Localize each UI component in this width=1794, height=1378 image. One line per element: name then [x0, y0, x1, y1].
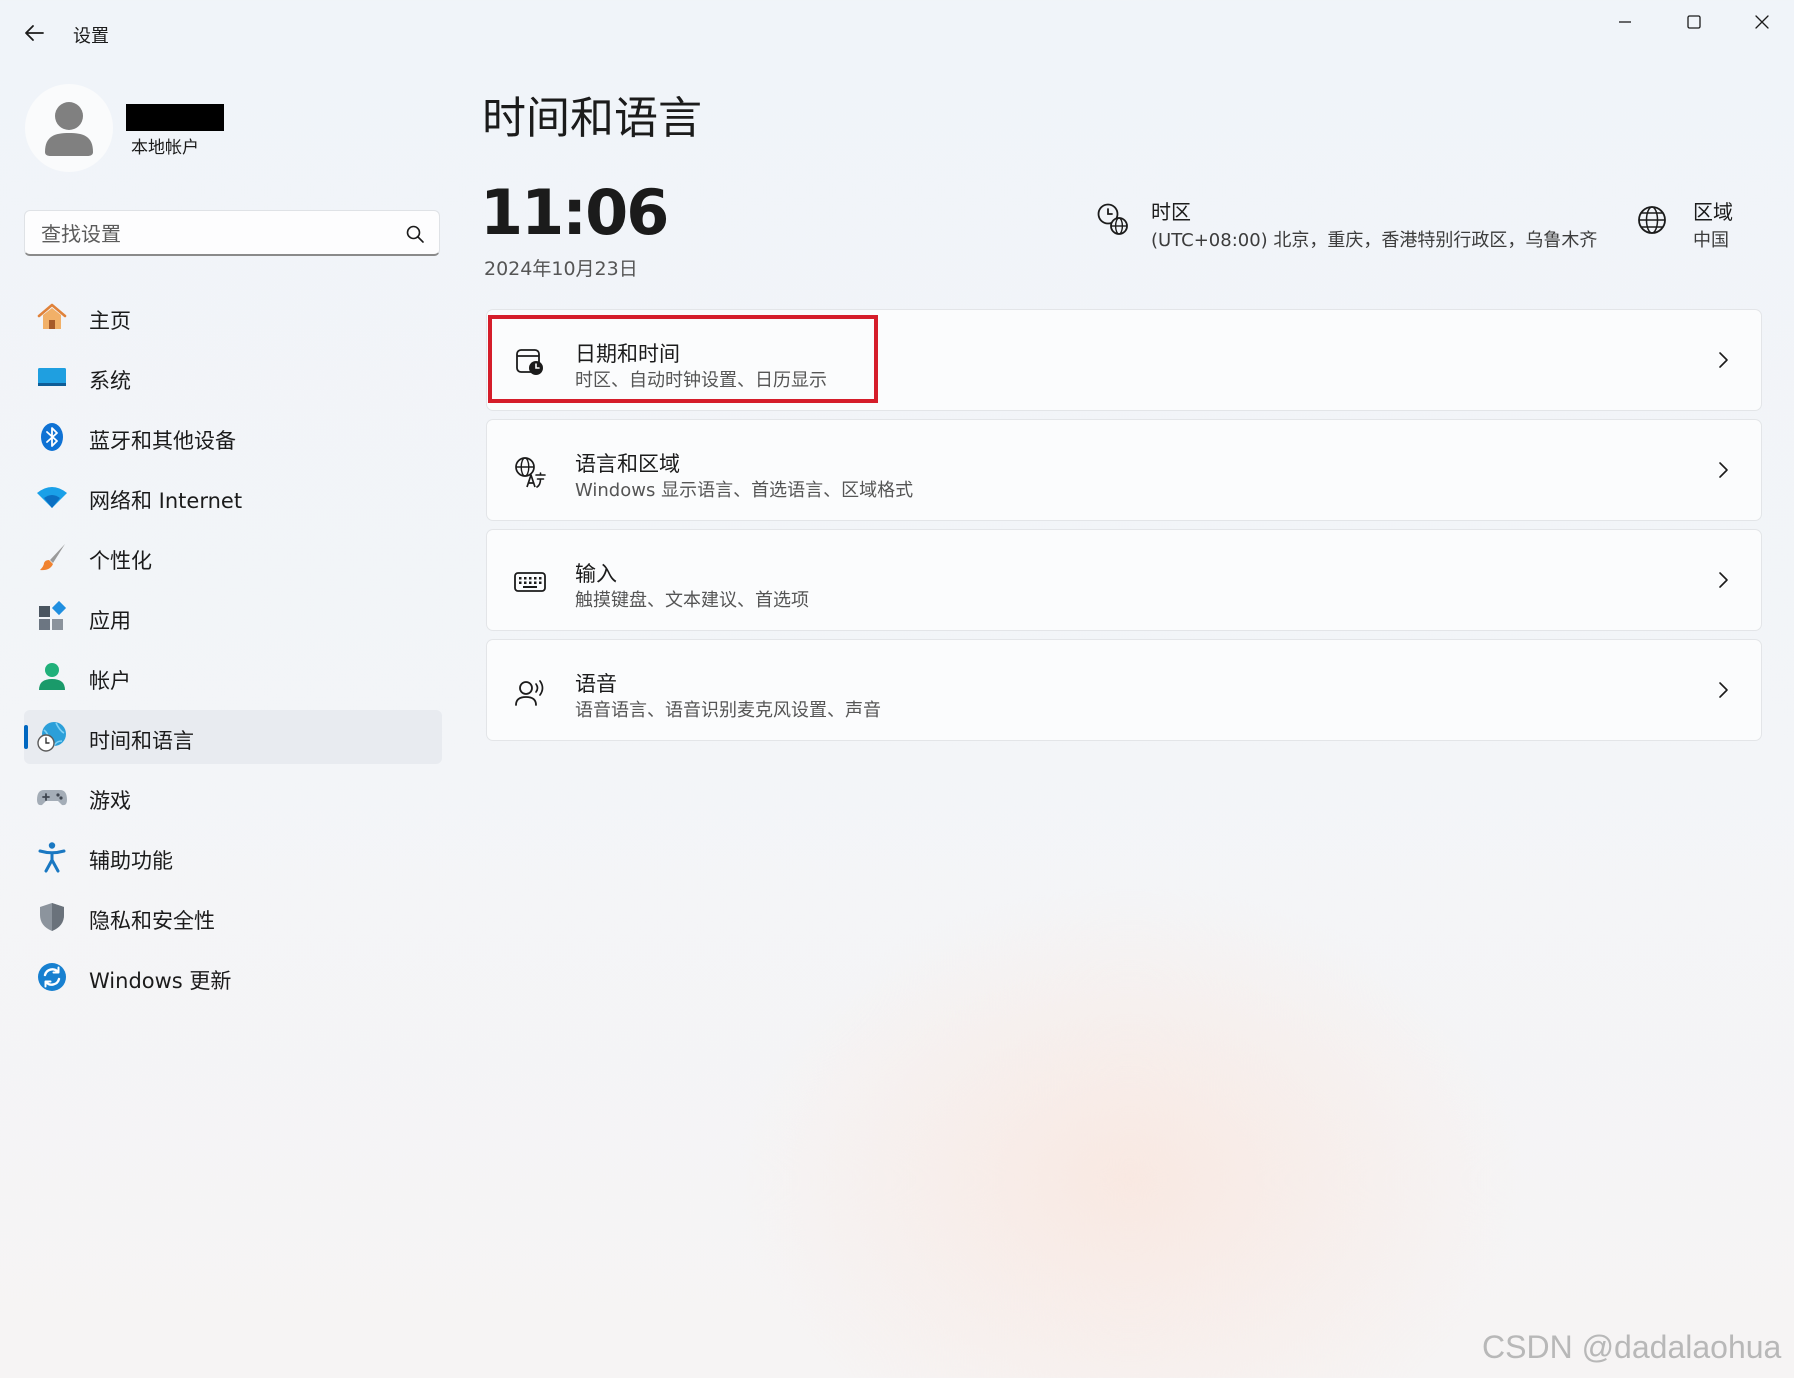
sidebar-item-privacy[interactable]: 隐私和安全性 — [24, 890, 442, 944]
search-box[interactable] — [24, 210, 440, 257]
calendar-clock-icon — [516, 349, 543, 375]
sidebar-item-label: 系统 — [89, 369, 131, 393]
sidebar-item-label: 网络和 Internet — [89, 489, 243, 513]
sidebar-item-label: 时间和语言 — [89, 729, 194, 753]
card-title: 日期和时间 — [575, 342, 680, 366]
sidebar-item-accessibility[interactable]: 辅助功能 — [24, 830, 442, 884]
maximize-button[interactable] — [1660, 0, 1728, 44]
sidebar-nav: 主页 系统 蓝牙和其他设备 网络和 Internet 个性化 应用 帐户 时间和… — [24, 290, 442, 1010]
card-title: 语言和区域 — [575, 452, 680, 476]
sidebar-item-label: 主页 — [89, 309, 131, 333]
sidebar-item-accounts[interactable]: 帐户 — [24, 650, 442, 704]
bluetooth-icon — [41, 423, 63, 451]
sidebar-item-label: 蓝牙和其他设备 — [89, 429, 236, 453]
close-icon — [1755, 15, 1769, 29]
sidebar-item-bluetooth[interactable]: 蓝牙和其他设备 — [24, 410, 442, 464]
region-globe-icon — [1638, 206, 1666, 234]
watermark: CSDN @dadalaohua — [1482, 1329, 1782, 1365]
chevron-right-icon — [1719, 462, 1728, 478]
maximize-icon — [1687, 15, 1701, 29]
title-bar: 设置 — [0, 0, 1794, 64]
app-title: 设置 — [73, 26, 109, 47]
speech-card[interactable]: 语音 语音语言、语音识别麦克风设置、声音 — [486, 639, 1762, 741]
language-region-card[interactable]: 语言和区域 Windows 显示语言、首选语言、区域格式 — [486, 419, 1762, 521]
globe-clock-icon — [37, 722, 66, 752]
account-icon — [39, 663, 65, 690]
account-type-label: 本地帐户 — [131, 138, 199, 158]
card-title: 语音 — [575, 672, 617, 696]
sidebar-item-label: 帐户 — [89, 669, 131, 693]
card-title: 输入 — [575, 562, 617, 586]
minimize-icon — [1619, 21, 1631, 23]
speech-icon — [515, 680, 544, 706]
sidebar-item-time-language[interactable]: 时间和语言 — [24, 710, 442, 764]
search-icon[interactable] — [405, 224, 425, 244]
card-subtitle: 时区、自动时钟设置、日历显示 — [575, 370, 827, 391]
page-title: 时间和语言 — [482, 93, 702, 144]
card-subtitle: Windows 显示语言、首选语言、区域格式 — [575, 480, 914, 501]
search-input[interactable] — [39, 211, 383, 257]
date-time-card[interactable]: 日期和时间 时区、自动时钟设置、日历显示 — [486, 309, 1762, 411]
current-date: 2024年10月23日 — [484, 258, 638, 280]
sidebar-item-label: 隐私和安全性 — [89, 909, 215, 933]
wifi-icon — [37, 487, 67, 508]
system-monitor-icon — [38, 368, 66, 386]
timezone-title: 时区 — [1151, 200, 1191, 224]
sidebar-item-network[interactable]: 网络和 Internet — [24, 470, 442, 524]
avatar[interactable] — [25, 84, 113, 172]
timezone-value: (UTC+08:00) 北京，重庆，香港特别行政区，乌鲁木齐 — [1151, 230, 1598, 251]
sidebar-item-label: 辅助功能 — [89, 849, 173, 873]
back-button[interactable] — [14, 16, 54, 50]
settings-list: 日期和时间 时区、自动时钟设置、日历显示 语言和区域 Windows 显示语言、… — [486, 309, 1762, 749]
minimize-button[interactable] — [1591, 0, 1659, 44]
language-icon — [515, 457, 546, 488]
gamepad-icon — [37, 790, 67, 806]
sidebar-item-label: 游戏 — [89, 789, 131, 813]
card-subtitle: 语音语言、语音识别麦克风设置、声音 — [575, 700, 881, 721]
chevron-right-icon — [1719, 352, 1728, 368]
timezone-globe-clock-icon — [1097, 203, 1128, 235]
user-silhouette-icon — [45, 102, 93, 156]
keyboard-icon — [514, 572, 546, 592]
close-button[interactable] — [1728, 0, 1794, 44]
sidebar-item-apps[interactable]: 应用 — [24, 590, 442, 644]
sidebar-item-label: 应用 — [89, 609, 131, 633]
paintbrush-icon — [40, 544, 65, 571]
accessibility-icon — [38, 842, 66, 873]
home-icon — [37, 303, 67, 329]
sidebar-item-personalization[interactable]: 个性化 — [24, 530, 442, 584]
sidebar-item-label: Windows 更新 — [89, 969, 232, 993]
sidebar-item-label: 个性化 — [89, 549, 152, 573]
card-subtitle: 触摸键盘、文本建议、首选项 — [575, 590, 809, 611]
active-indicator — [24, 725, 28, 749]
input-card[interactable]: 输入 触摸键盘、文本建议、首选项 — [486, 529, 1762, 631]
region-title: 区域 — [1693, 200, 1733, 224]
back-arrow-icon — [25, 25, 44, 41]
user-name-redacted — [126, 104, 224, 131]
sidebar-item-windows-update[interactable]: Windows 更新 — [24, 950, 442, 1004]
chevron-right-icon — [1719, 572, 1728, 588]
sidebar-item-gaming[interactable]: 游戏 — [24, 770, 442, 824]
shield-icon — [40, 903, 64, 931]
update-icon — [38, 963, 66, 991]
region-value: 中国 — [1693, 230, 1729, 251]
apps-icon — [39, 601, 67, 630]
sidebar-item-home[interactable]: 主页 — [24, 290, 442, 344]
current-time: 11:06 — [480, 176, 669, 249]
chevron-right-icon — [1719, 682, 1728, 698]
sidebar-item-system[interactable]: 系统 — [24, 350, 442, 404]
